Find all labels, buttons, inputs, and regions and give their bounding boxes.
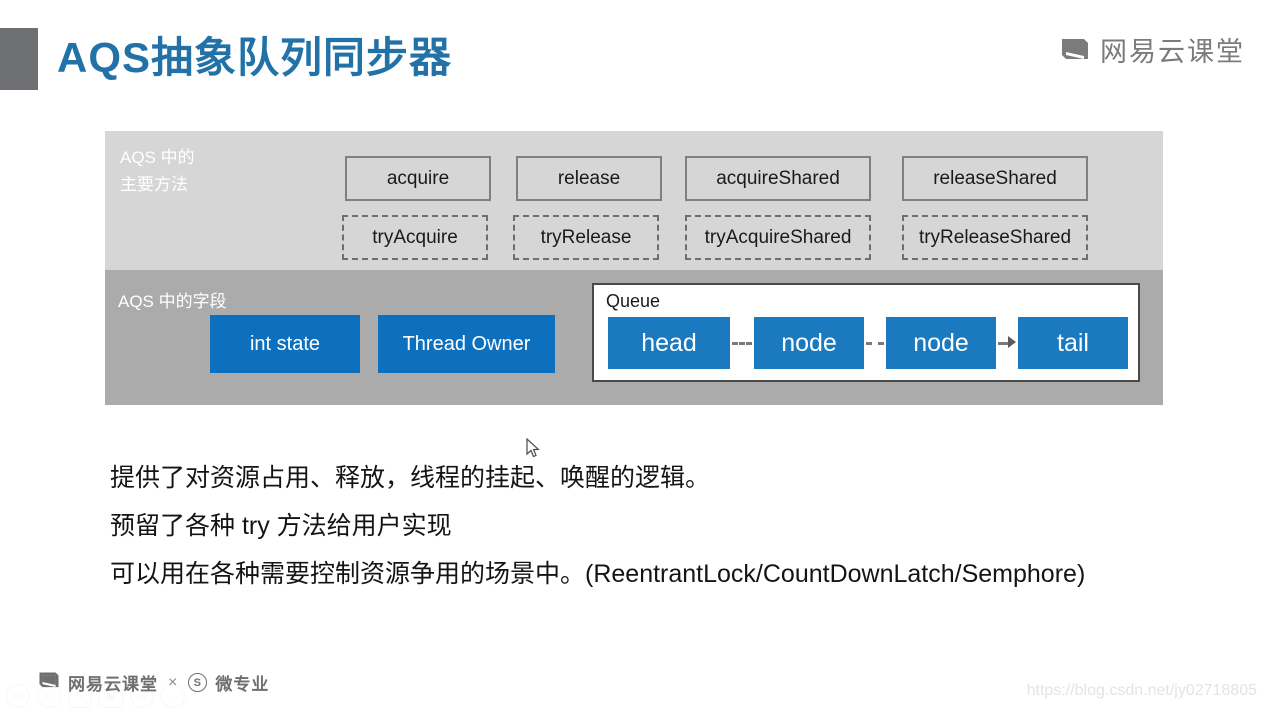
footer-separator: × <box>168 673 179 691</box>
method-box-try-release-shared[interactable]: tryReleaseShared <box>902 215 1088 260</box>
queue-title: Queue <box>606 291 661 311</box>
brand-logo: 网易云课堂 <box>1060 30 1245 69</box>
footer-book-icon <box>38 671 60 695</box>
queue-node-1[interactable]: node <box>754 317 864 369</box>
method-box-acquire[interactable]: acquire <box>345 156 491 201</box>
method-box-acquire-shared[interactable]: acquireShared <box>685 156 871 201</box>
queue-node-tail[interactable]: tail <box>1018 317 1128 369</box>
description-line-1: 提供了对资源占用、释放，线程的挂起、唤醒的逻辑。 <box>110 464 711 492</box>
method-box-try-release[interactable]: tryRelease <box>513 215 659 260</box>
description-line-3: 可以用在各种需要控制资源争用的场景中。(ReentrantLock/CountD… <box>110 560 1086 588</box>
prev-icon: ◁ <box>6 684 30 708</box>
mouse-pointer <box>525 437 541 465</box>
aqs-methods-section: AQS 中的 主要方法 acquire release acquireShare… <box>105 131 1163 270</box>
method-box-release[interactable]: release <box>516 156 662 201</box>
footer-sub-brand: 微专业 <box>215 675 270 694</box>
page-title: AQS抽象队列同步器 <box>57 34 453 81</box>
queue-arrow-icon <box>1008 336 1016 348</box>
method-box-try-acquire[interactable]: tryAcquire <box>342 215 488 260</box>
queue-connector-3 <box>998 342 1008 348</box>
methods-section-label: AQS 中的 主要方法 <box>120 144 195 198</box>
queue-connector-2 <box>866 342 884 348</box>
queue-panel: Queue head node node tail <box>592 283 1140 382</box>
description-text: 提供了对资源占用、释放，线程的挂起、唤醒的逻辑。 预留了各种 try 方法给用户… <box>110 455 1190 599</box>
queue-node-head[interactable]: head <box>608 317 730 369</box>
book-icon <box>1060 37 1090 63</box>
method-box-try-acquire-shared[interactable]: tryAcquireShared <box>685 215 871 260</box>
fields-section-label: AQS 中的字段 <box>118 292 227 311</box>
watermark-url: https://blog.csdn.net/jy02718805 <box>1026 682 1257 699</box>
brand-name: 网易云课堂 <box>1100 37 1245 67</box>
queue-node-2[interactable]: node <box>886 317 996 369</box>
footer-brand-name: 网易云课堂 <box>68 675 158 694</box>
aqs-diagram: AQS 中的 主要方法 acquire release acquireShare… <box>105 131 1163 405</box>
footer-brand: 网易云课堂 × S 微专业 <box>38 670 269 695</box>
s-badge-icon: S <box>188 673 208 692</box>
slide-footer: ◁ ▷ ✎ ▣ ◎ … 网易云课堂 × S 微专业 https://blog.c… <box>0 662 1275 712</box>
methods-label-line2: 主要方法 <box>120 175 188 194</box>
title-accent-block <box>0 28 38 90</box>
queue-connector-1 <box>732 342 752 348</box>
slide-header: AQS抽象队列同步器 网易云课堂 <box>0 0 1275 108</box>
field-box-int-state[interactable]: int state <box>210 315 360 373</box>
method-box-release-shared[interactable]: releaseShared <box>902 156 1088 201</box>
field-box-thread-owner[interactable]: Thread Owner <box>378 315 555 373</box>
description-line-2: 预留了各种 try 方法给用户实现 <box>110 512 452 540</box>
methods-label-line1: AQS 中的 <box>120 148 195 167</box>
